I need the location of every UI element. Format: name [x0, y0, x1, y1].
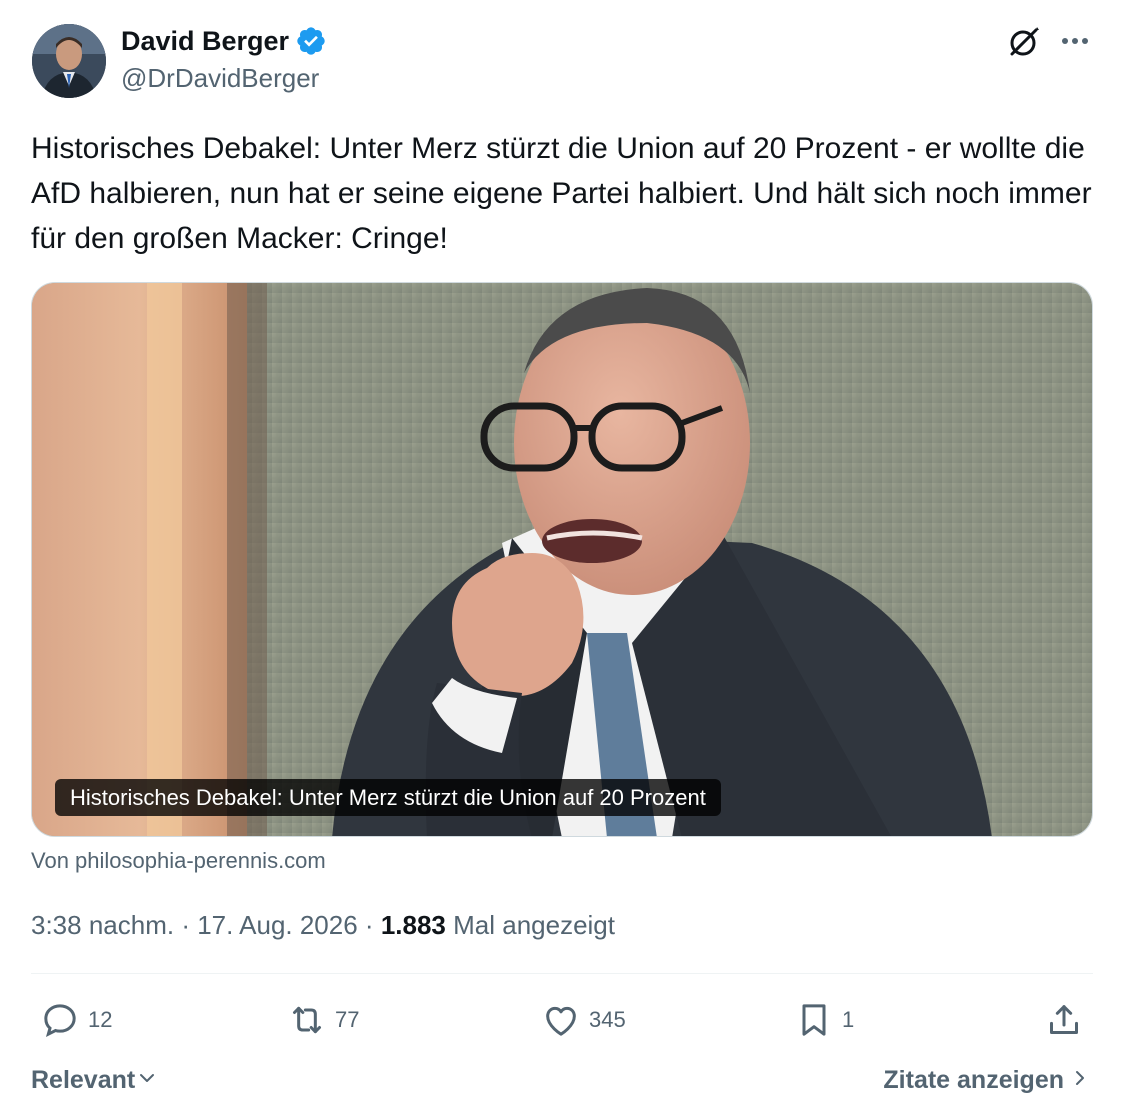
like-count: 345: [589, 1007, 626, 1032]
reply-button[interactable]: 12: [40, 995, 112, 1045]
grok-icon[interactable]: [1006, 24, 1042, 60]
views-count: 1.883: [380, 910, 454, 940]
tweet-text: Historisches Debakel: Unter Merz stürzt …: [31, 132, 1092, 255]
author-name-row: David Berger: [121, 24, 327, 58]
author-name[interactable]: David Berger: [121, 24, 289, 58]
chevron-down-icon: [135, 1063, 157, 1097]
quotes-link[interactable]: Zitate anzeigen: [883, 1063, 1090, 1097]
retweet-count: 77: [335, 1007, 360, 1032]
share-icon: [1044, 1000, 1084, 1040]
bookmark-button[interactable]: 1: [794, 995, 854, 1045]
quotes-label: Zitate anzeigen: [883, 1066, 1064, 1094]
like-button[interactable]: 345: [541, 995, 626, 1045]
reply-icon: [40, 1000, 80, 1040]
more-icon[interactable]: [1058, 28, 1092, 54]
tweet-header: David Berger @DrDavidBerger: [0, 0, 1123, 110]
reply-count: 12: [88, 1007, 113, 1032]
chevron-right-icon: [1064, 1063, 1090, 1097]
replies-footer: Relevant Zitate anzeigen: [0, 1058, 1123, 1102]
avatar[interactable]: [32, 24, 106, 98]
action-bar: 12 77 345 1: [0, 995, 1123, 1045]
tweet-meta: 3:38 nachm. · 17. Aug. 2026 · 1.883 Mal …: [31, 908, 615, 942]
link-card-caption: Historisches Debakel: Unter Merz stürzt …: [55, 779, 721, 816]
share-button[interactable]: [1044, 995, 1084, 1045]
tweet-time[interactable]: 3:38 nachm.: [31, 910, 181, 940]
author-handle[interactable]: @DrDavidBerger: [121, 62, 319, 94]
meta-separator: ·: [364, 910, 381, 940]
bookmark-count: 1: [842, 1007, 855, 1032]
retweet-icon: [287, 1000, 327, 1040]
verified-badge-icon[interactable]: [295, 25, 327, 57]
link-card-image: [32, 283, 1092, 836]
sort-label: Relevant: [31, 1066, 136, 1094]
divider: [31, 973, 1093, 974]
link-card-source[interactable]: Von philosophia-perennis.com: [31, 846, 326, 876]
views-label: Mal angezeigt: [453, 910, 615, 940]
heart-icon: [541, 1000, 581, 1040]
meta-separator: ·: [181, 910, 198, 940]
retweet-button[interactable]: 77: [287, 995, 359, 1045]
bookmark-icon: [794, 1000, 834, 1040]
link-card[interactable]: Historisches Debakel: Unter Merz stürzt …: [31, 282, 1093, 837]
sort-dropdown[interactable]: Relevant: [31, 1063, 157, 1097]
tweet-date[interactable]: 17. Aug. 2026: [197, 910, 365, 940]
